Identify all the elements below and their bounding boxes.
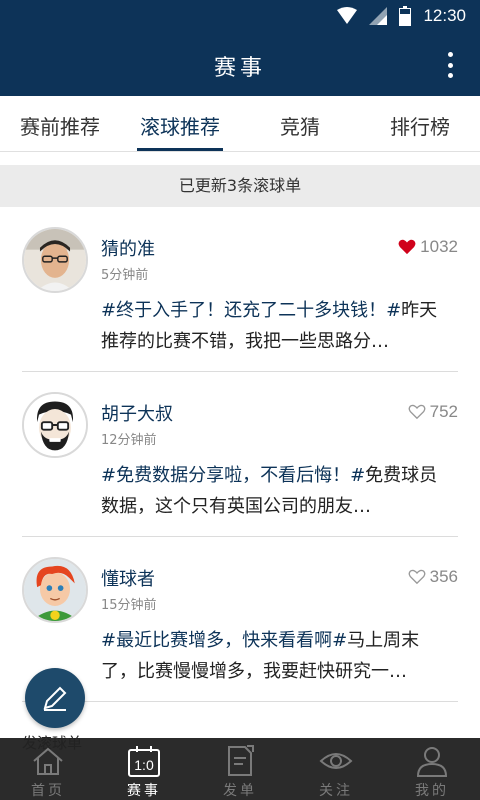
like-button[interactable]: 752 — [408, 402, 458, 422]
svg-text:1:0: 1:0 — [134, 757, 154, 773]
like-button[interactable]: 1032 — [398, 237, 458, 257]
heart-outline-icon — [408, 569, 426, 585]
nav-label: 我的 — [415, 783, 449, 799]
nav-label: 首页 — [31, 783, 65, 799]
tab-quiz[interactable]: 竞猜 — [240, 96, 360, 151]
update-banner: 已更新3条滚球单 — [0, 165, 480, 207]
more-vert-icon[interactable] — [446, 52, 454, 78]
pencil-icon — [43, 686, 67, 711]
scoreboard-icon: 1:0 — [128, 746, 160, 777]
post-item[interactable]: 胡子大叔 12分钟前 752 #免费数据分享啦，不看后悔！#免费球员数据，这个只… — [22, 372, 458, 537]
post-item[interactable]: 猜的准 5分钟前 1032 #终于入手了！还充了二十多块钱！#昨天推荐的比赛不错… — [22, 207, 458, 372]
author-name[interactable]: 胡子大叔 — [101, 400, 173, 426]
app-bar: 赛事 — [0, 34, 480, 96]
nav-label: 赛事 — [127, 783, 161, 799]
post-time: 15分钟前 — [101, 598, 157, 613]
post-item[interactable]: 懂球者 15分钟前 356 #最近比赛增多，快来看看啊#马上周末了，比赛慢慢增多… — [22, 537, 458, 702]
user-icon — [416, 747, 448, 777]
status-time: 12:30 — [423, 6, 466, 25]
page-title: 赛事 — [213, 56, 266, 81]
post-feed: 猜的准 5分钟前 1032 #终于入手了！还充了二十多块钱！#昨天推荐的比赛不错… — [0, 207, 480, 702]
like-button[interactable]: 356 — [408, 567, 458, 587]
tab-live[interactable]: 滚球推荐 — [120, 96, 240, 151]
author-name[interactable]: 猜的准 — [101, 235, 155, 261]
nav-item-follow[interactable]: 关注 — [288, 738, 384, 800]
document-edit-icon — [228, 745, 254, 776]
author-name[interactable]: 懂球者 — [101, 565, 155, 591]
post-content[interactable]: #最近比赛增多，快来看看啊#马上周末了，比赛慢慢增多，我要赶快研究一… — [101, 625, 446, 687]
battery-icon — [399, 6, 412, 26]
post-time: 12分钟前 — [101, 433, 157, 448]
compose-label[interactable]: 发滚球单 — [22, 732, 82, 753]
post-time: 5分钟前 — [101, 268, 149, 283]
tab-ranking[interactable]: 排行榜 — [360, 96, 480, 151]
post-content[interactable]: #终于入手了！还充了二十多块钱！#昨天推荐的比赛不错，我把一些思路分… — [101, 295, 446, 357]
app-screen: 12:30 赛事 赛前推荐 滚球推荐 竞猜 排行榜 已更新3条滚球单 猜的准 5… — [0, 0, 480, 800]
post-tag: #最近比赛增多，快来看看啊# — [101, 630, 348, 651]
nav-label: 发单 — [223, 783, 257, 799]
nav-item-post[interactable]: 发单 — [192, 738, 288, 800]
post-tag: #免费数据分享啦，不看后悔！# — [101, 465, 366, 486]
avatar[interactable] — [22, 557, 88, 623]
post-content[interactable]: #免费数据分享啦，不看后悔！#免费球员数据，这个只有英国公司的朋友… — [101, 460, 446, 522]
avatar[interactable] — [22, 392, 88, 458]
tab-bar: 赛前推荐 滚球推荐 竞猜 排行榜 — [0, 96, 480, 152]
avatar[interactable] — [22, 227, 88, 293]
signal-icon — [369, 7, 388, 25]
tab-pre-match[interactable]: 赛前推荐 — [0, 96, 120, 151]
compose-button[interactable] — [25, 668, 85, 728]
post-tag: #终于入手了！还充了二十多块钱！# — [101, 300, 402, 321]
like-count: 752 — [429, 402, 458, 421]
like-count: 1032 — [420, 237, 458, 256]
like-count: 356 — [429, 567, 458, 586]
nav-label: 关注 — [319, 783, 353, 799]
wifi-icon — [337, 7, 358, 24]
heart-filled-icon — [398, 239, 416, 255]
nav-item-me[interactable]: 我的 — [384, 738, 480, 800]
nav-item-matches[interactable]: 1:0 赛事 — [96, 738, 192, 800]
eye-icon — [319, 753, 353, 769]
status-icons: 12:30 — [337, 6, 466, 26]
status-bar: 12:30 — [0, 0, 480, 34]
heart-outline-icon — [408, 404, 426, 420]
